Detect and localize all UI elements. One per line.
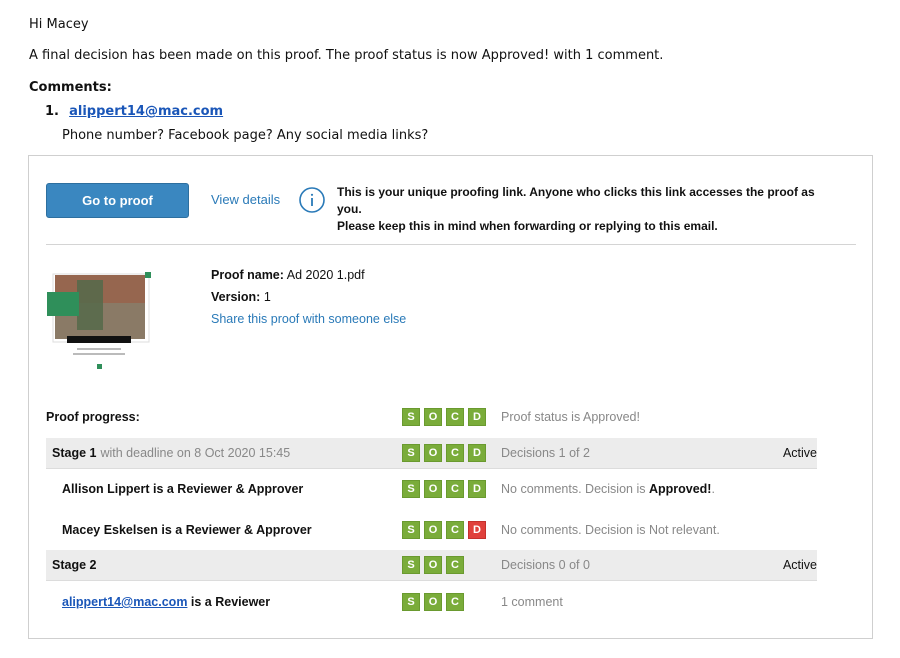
badge-c: C [446,480,464,498]
comment-item: 1. alippert14@mac.com [45,104,223,119]
notice-line-1: This is your unique proofing link. Anyon… [337,185,815,216]
badge-d: D [468,521,486,539]
divider [46,244,856,245]
badge-o: O [424,444,442,462]
reviewer-badges: S O C D [402,480,486,498]
badge-c: C [446,521,464,539]
progress-row: Proof progress: S O C D Proof status is … [46,405,817,429]
badge-o: O [424,521,442,539]
stage-2-header: Stage 2 S O C Decisions 0 of 0 Active [46,550,817,581]
comment-author-link[interactable]: alippert14@mac.com [69,104,223,119]
view-details-link[interactable]: View details [211,192,280,207]
reviewer-status: No comments. Decision is Approved!. [501,482,715,496]
proof-version-label: Version: [211,290,261,304]
reviewer-name: Macey Eskelsen is a Reviewer & Approver [62,523,312,537]
reviewer-name: alippert14@mac.com is a Reviewer [62,595,270,609]
stage-1-deadline: with deadline on 8 Oct 2020 15:45 [100,446,291,460]
badge-s: S [402,556,420,574]
badge-o: O [424,408,442,426]
proof-name: Proof name: Ad 2020 1.pdf [211,268,365,282]
stage-2-name: Stage 2 [52,558,97,572]
reviewer-name: Allison Lippert is a Reviewer & Approver [62,482,304,496]
stage-1-header: Stage 1 with deadline on 8 Oct 2020 15:4… [46,438,817,469]
comment-text: Phone number? Facebook page? Any social … [62,128,429,143]
go-to-proof-button[interactable]: Go to proof [46,183,189,218]
greeting: Hi Macey [29,17,89,32]
badge-s: S [402,480,420,498]
badge-o: O [424,593,442,611]
reviewer-badges: S O C D [402,521,486,539]
badge-s: S [402,408,420,426]
unique-link-notice: This is your unique proofing link. Anyon… [337,184,837,235]
reviewer-email-link[interactable]: alippert14@mac.com [62,595,187,609]
badge-c: C [446,556,464,574]
badge-s: S [402,521,420,539]
stage-2-badges: S O C [402,556,464,574]
badge-c: C [446,444,464,462]
stage-1-badges: S O C D [402,444,486,462]
reviewer-status: No comments. Decision is Not relevant. [501,523,720,537]
progress-label: Proof progress: [46,410,140,424]
reviewer-decision: Approved! [648,482,712,496]
proof-version: Version: 1 [211,290,271,304]
reviewer-row: Allison Lippert is a Reviewer & Approver… [46,477,817,501]
progress-status: Proof status is Approved! [501,410,640,424]
reviewer-status-suffix: . [711,482,715,496]
proof-version-value: 1 [263,290,271,304]
badge-d: D [468,408,486,426]
stage-1-state: Active [782,446,817,460]
badge-o: O [424,480,442,498]
intro-text: A final decision has been made on this p… [29,48,664,63]
badge-c: C [446,408,464,426]
proof-name-value: Ad 2020 1.pdf [286,268,365,282]
comment-number: 1. [45,104,59,119]
badge-s: S [402,444,420,462]
stage-2-state: Active [782,558,817,572]
badge-c: C [446,593,464,611]
notice-line-2: Please keep this in mind when forwarding… [337,219,718,233]
reviewer-role: is a Reviewer [187,595,271,609]
badge-d: D [468,480,486,498]
badge-d: D [468,444,486,462]
badge-o: O [424,556,442,574]
progress-badges: S O C D [402,408,486,426]
stage-1-name: Stage 1 [52,446,97,460]
reviewer-status-prefix: No comments. Decision is [501,482,649,496]
stage-1-decisions: Decisions 1 of 2 [501,446,590,460]
stage-2-decisions: Decisions 0 of 0 [501,558,590,572]
share-proof-link[interactable]: Share this proof with someone else [211,312,406,326]
comments-title: Comments: [29,80,112,95]
reviewer-row: alippert14@mac.com is a Reviewer S O C 1… [46,590,817,614]
reviewer-row: Macey Eskelsen is a Reviewer & Approver … [46,518,817,542]
badge-s: S [402,593,420,611]
proof-name-label: Proof name: [211,268,284,282]
reviewer-badges: S O C [402,593,464,611]
info-circle-icon [299,187,325,213]
reviewer-status: 1 comment [501,595,563,609]
proof-thumbnail[interactable] [47,270,155,373]
